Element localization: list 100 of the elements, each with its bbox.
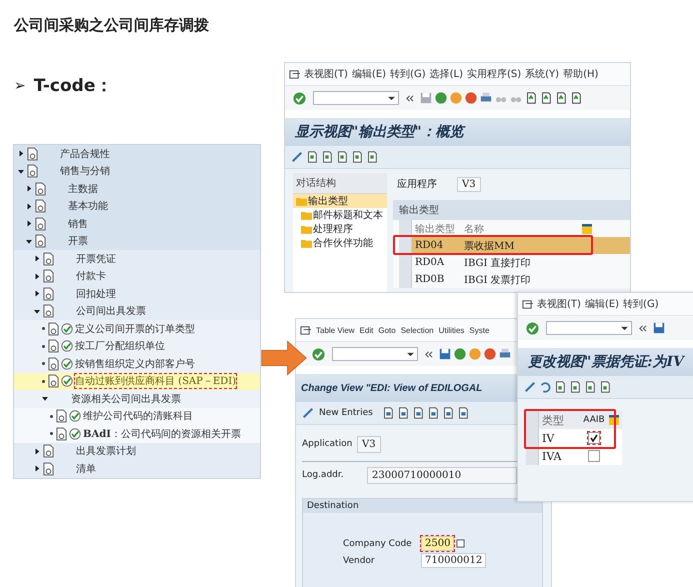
page-icon[interactable] (366, 151, 378, 163)
menu-item[interactable]: 表视图(T) (537, 297, 581, 311)
page-icon[interactable] (351, 151, 363, 163)
expander-icon[interactable] (26, 238, 32, 245)
structure-item[interactable]: 输出类型 (293, 194, 387, 208)
menu-item[interactable]: 转到(G) (390, 67, 426, 81)
row-selector[interactable] (399, 254, 412, 271)
expander-icon[interactable] (34, 308, 40, 315)
execute-icon[interactable] (61, 375, 73, 388)
input-field[interactable]: 710000012 (421, 553, 486, 568)
menu-item[interactable]: 表视图(T) (304, 67, 348, 81)
chevron-icon[interactable] (424, 350, 433, 358)
menu-item[interactable]: 实用程序(S) (466, 67, 522, 81)
tree-item[interactable]: 清单 (76, 462, 96, 476)
menu-item[interactable]: Syste (469, 326, 490, 334)
page-icon[interactable] (306, 151, 318, 163)
menu-item[interactable]: Edit (360, 326, 374, 334)
structure-item[interactable]: 合作伙伴功能 (293, 236, 387, 250)
expander-icon[interactable] (26, 220, 32, 228)
new-entries-button[interactable]: New Entries (319, 408, 373, 418)
page-icon[interactable] (321, 151, 333, 163)
page-icon[interactable] (599, 381, 611, 393)
page-icon[interactable] (569, 381, 581, 393)
page-icon[interactable] (382, 407, 394, 419)
menu-icon[interactable] (522, 298, 533, 310)
menu-item[interactable]: Utilities (438, 326, 464, 334)
checkbox[interactable] (588, 450, 600, 462)
row-selector[interactable] (399, 237, 412, 254)
table-row[interactable]: RD04 票收据MM (399, 237, 630, 254)
execute-icon[interactable] (61, 340, 73, 352)
page-icon[interactable] (426, 407, 439, 419)
menu-icon[interactable] (300, 324, 311, 336)
page-icon[interactable] (525, 92, 537, 104)
dropdown-icon[interactable] (407, 352, 414, 356)
tree-item[interactable]: 开票 (68, 234, 88, 248)
page-icon[interactable] (412, 407, 424, 419)
save-icon[interactable] (653, 322, 665, 334)
dropdown-icon[interactable] (388, 96, 395, 100)
structure-item[interactable]: 邮件标题和文本 (293, 208, 387, 222)
undo-icon[interactable] (539, 381, 551, 393)
tree-item[interactable]: 付款卡 (76, 269, 106, 284)
checkbox[interactable] (588, 432, 600, 444)
menu-icon[interactable] (289, 68, 300, 80)
command-field[interactable] (313, 91, 399, 105)
printer-icon[interactable] (499, 348, 511, 360)
tree-item[interactable]: 产品合规性 (60, 146, 110, 161)
printer-icon[interactable] (480, 92, 492, 104)
expander-icon[interactable] (34, 290, 40, 298)
tree-item[interactable]: 销售 (68, 216, 88, 231)
menu-item[interactable]: 选择(L) (430, 67, 463, 81)
dropdown-icon[interactable] (621, 326, 628, 330)
page-icon[interactable] (554, 381, 566, 393)
menu-item[interactable]: Selection (400, 326, 434, 334)
page-icon[interactable] (336, 151, 348, 163)
tree-item[interactable]: 基本功能 (68, 199, 108, 214)
expander-icon[interactable] (18, 168, 24, 175)
table-row[interactable]: RD0B IBGI 发票打印 (399, 271, 630, 288)
menu-item[interactable]: Goto (378, 326, 396, 334)
menu-item[interactable]: 编辑(E) (352, 67, 386, 81)
save-icon[interactable] (439, 348, 451, 360)
tree-item[interactable]: 回扣处理 (76, 286, 116, 301)
expander-icon[interactable] (26, 202, 32, 210)
page-icon[interactable] (555, 92, 567, 104)
input-field[interactable]: 2500 (421, 536, 454, 551)
structure-item[interactable]: 处理程序 (293, 222, 387, 236)
table-row[interactable]: RD0A IBGI 直接打印 (399, 254, 630, 271)
execute-icon[interactable] (61, 322, 73, 335)
expander-icon[interactable] (34, 448, 40, 455)
tree-item[interactable]: 自动过账到供应商科目 (SAP－EDI) (75, 374, 236, 388)
execute-icon[interactable] (69, 428, 81, 440)
tree-item[interactable]: 开票凭证 (76, 252, 116, 266)
menu-item[interactable]: Table View (316, 326, 355, 334)
tree-item[interactable]: 销售与分销 (60, 164, 110, 178)
expander-icon[interactable] (26, 185, 32, 192)
execute-icon[interactable] (61, 358, 73, 370)
command-field[interactable] (332, 347, 418, 361)
menu-item[interactable]: 转到(G) (623, 297, 659, 311)
page-icon[interactable] (540, 92, 552, 104)
page-icon[interactable] (584, 381, 596, 393)
expander-icon[interactable] (34, 272, 40, 280)
value-help-icon[interactable] (456, 539, 466, 548)
chevron-icon[interactable] (405, 94, 414, 102)
page-icon[interactable] (442, 407, 454, 419)
check-icon[interactable] (526, 322, 539, 334)
check-icon[interactable] (293, 92, 306, 104)
menu-item[interactable]: 帮助(H) (563, 67, 598, 81)
page-icon[interactable] (396, 407, 409, 419)
expander-icon[interactable] (18, 150, 24, 158)
execute-icon[interactable] (69, 410, 81, 422)
columns-icon[interactable] (582, 224, 592, 234)
command-field[interactable] (546, 321, 632, 335)
check-icon[interactable] (312, 348, 325, 360)
expander-icon[interactable] (34, 255, 40, 262)
menu-item[interactable]: 系统(Y) (525, 67, 560, 81)
chevron-icon[interactable] (638, 324, 647, 332)
expander-icon[interactable] (42, 395, 48, 402)
page-icon[interactable] (570, 92, 582, 104)
page-icon[interactable] (456, 407, 469, 419)
expander-icon[interactable] (34, 465, 40, 472)
tree-item[interactable]: 主数据 (68, 182, 98, 196)
